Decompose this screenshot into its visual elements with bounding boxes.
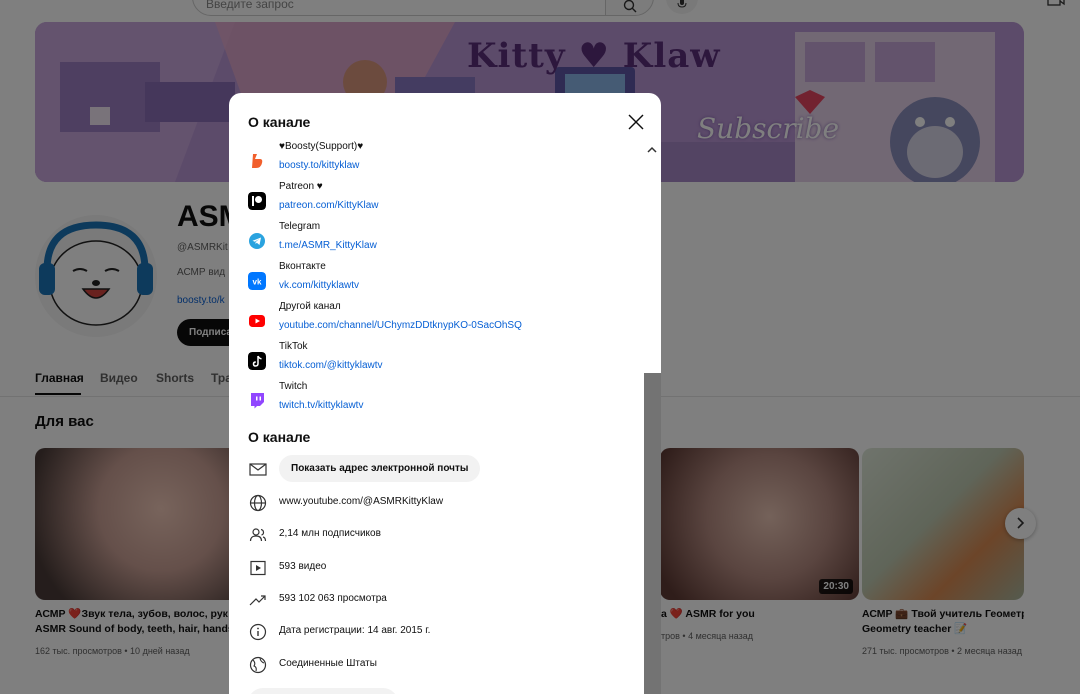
info-row-url: www.youtube.com/@ASMRKittyKlaw [248, 489, 628, 515]
subscribers-icon [249, 528, 267, 542]
link-url[interactable]: youtube.com/channel/UChymzDDtknypKO-0Sac… [279, 320, 522, 331]
info-row-views: 593 102 063 просмотра [248, 586, 628, 612]
patreon-icon [248, 192, 266, 210]
vk-icon: vk [248, 272, 266, 290]
link-patreon: Patreon ♥ patreon.com/KittyKlaw [248, 181, 628, 221]
about-channel-dialog: О канале ♥Boosty(Support)♥ boosty.to/kit… [229, 93, 661, 694]
youtube-icon [249, 315, 265, 327]
trending-icon [249, 595, 266, 606]
link-title: Telegram [279, 221, 321, 232]
link-url[interactable]: t.me/ASMR_KittyKlaw [279, 240, 377, 251]
link-url[interactable]: boosty.to/kittyklaw [279, 160, 359, 171]
tiktok-icon [248, 352, 266, 370]
boosty-icon [252, 154, 263, 168]
mail-icon [249, 463, 267, 476]
link-tiktok: TikTok tiktok.com/@kittyklawtv [248, 341, 628, 381]
subscriber-count: 2,14 млн подписчиков [279, 528, 381, 539]
about-section-title: О канале [248, 429, 311, 445]
link-title: Другой канал [279, 301, 341, 312]
link-title: TikTok [279, 341, 308, 352]
view-count: 593 102 063 просмотра [279, 593, 387, 604]
link-title: Twitch [279, 381, 308, 392]
link-url[interactable]: tiktok.com/@kittyklawtv [279, 360, 383, 371]
link-url[interactable]: vk.com/kittyklawtv [279, 280, 359, 291]
join-date: Дата регистрации: 14 авг. 2015 г. [279, 625, 431, 636]
info-row-videos: 593 видео [248, 554, 628, 580]
info-row-email: Показать адрес электронной почты [248, 455, 628, 482]
info-icon [249, 623, 267, 641]
channel-url[interactable]: www.youtube.com/@ASMRKittyKlaw [279, 496, 443, 507]
link-title: Вконтакте [279, 261, 326, 272]
dialog-title: О канале [248, 114, 311, 130]
video-count: 593 видео [279, 561, 327, 572]
link-boosty: ♥Boosty(Support)♥ boosty.to/kittyklaw [248, 141, 628, 181]
info-row-subscribers: 2,14 млн подписчиков [248, 521, 628, 547]
svg-text:vk: vk [253, 278, 262, 287]
country: Соединенные Штаты [279, 658, 377, 669]
link-vk: vk Вконтакте vk.com/kittyklawtv [248, 261, 628, 301]
video-play-icon [250, 560, 266, 576]
globe-icon [249, 494, 267, 512]
link-url[interactable]: twitch.tv/kittyklawtv [279, 400, 363, 411]
telegram-icon [249, 233, 265, 249]
close-icon[interactable] [625, 111, 647, 133]
link-telegram: Telegram t.me/ASMR_KittyKlaw [248, 221, 628, 261]
scrollbar[interactable] [644, 373, 661, 694]
location-globe-icon [249, 656, 267, 674]
link-title: ♥Boosty(Support)♥ [279, 141, 364, 152]
scroll-up-icon[interactable] [646, 145, 658, 155]
info-row-joined: Дата регистрации: 14 авг. 2015 г. [248, 618, 628, 644]
twitch-icon [251, 393, 264, 409]
share-channel-button[interactable] [248, 688, 398, 694]
link-url[interactable]: patreon.com/KittyKlaw [279, 200, 379, 211]
link-youtube: Другой канал youtube.com/channel/UChymzD… [248, 301, 628, 341]
show-email-button[interactable]: Показать адрес электронной почты [279, 455, 481, 482]
link-twitch: Twitch twitch.tv/kittyklawtv [248, 381, 628, 421]
info-row-country: Соединенные Штаты [248, 651, 628, 677]
link-title: Patreon ♥ [279, 181, 323, 192]
